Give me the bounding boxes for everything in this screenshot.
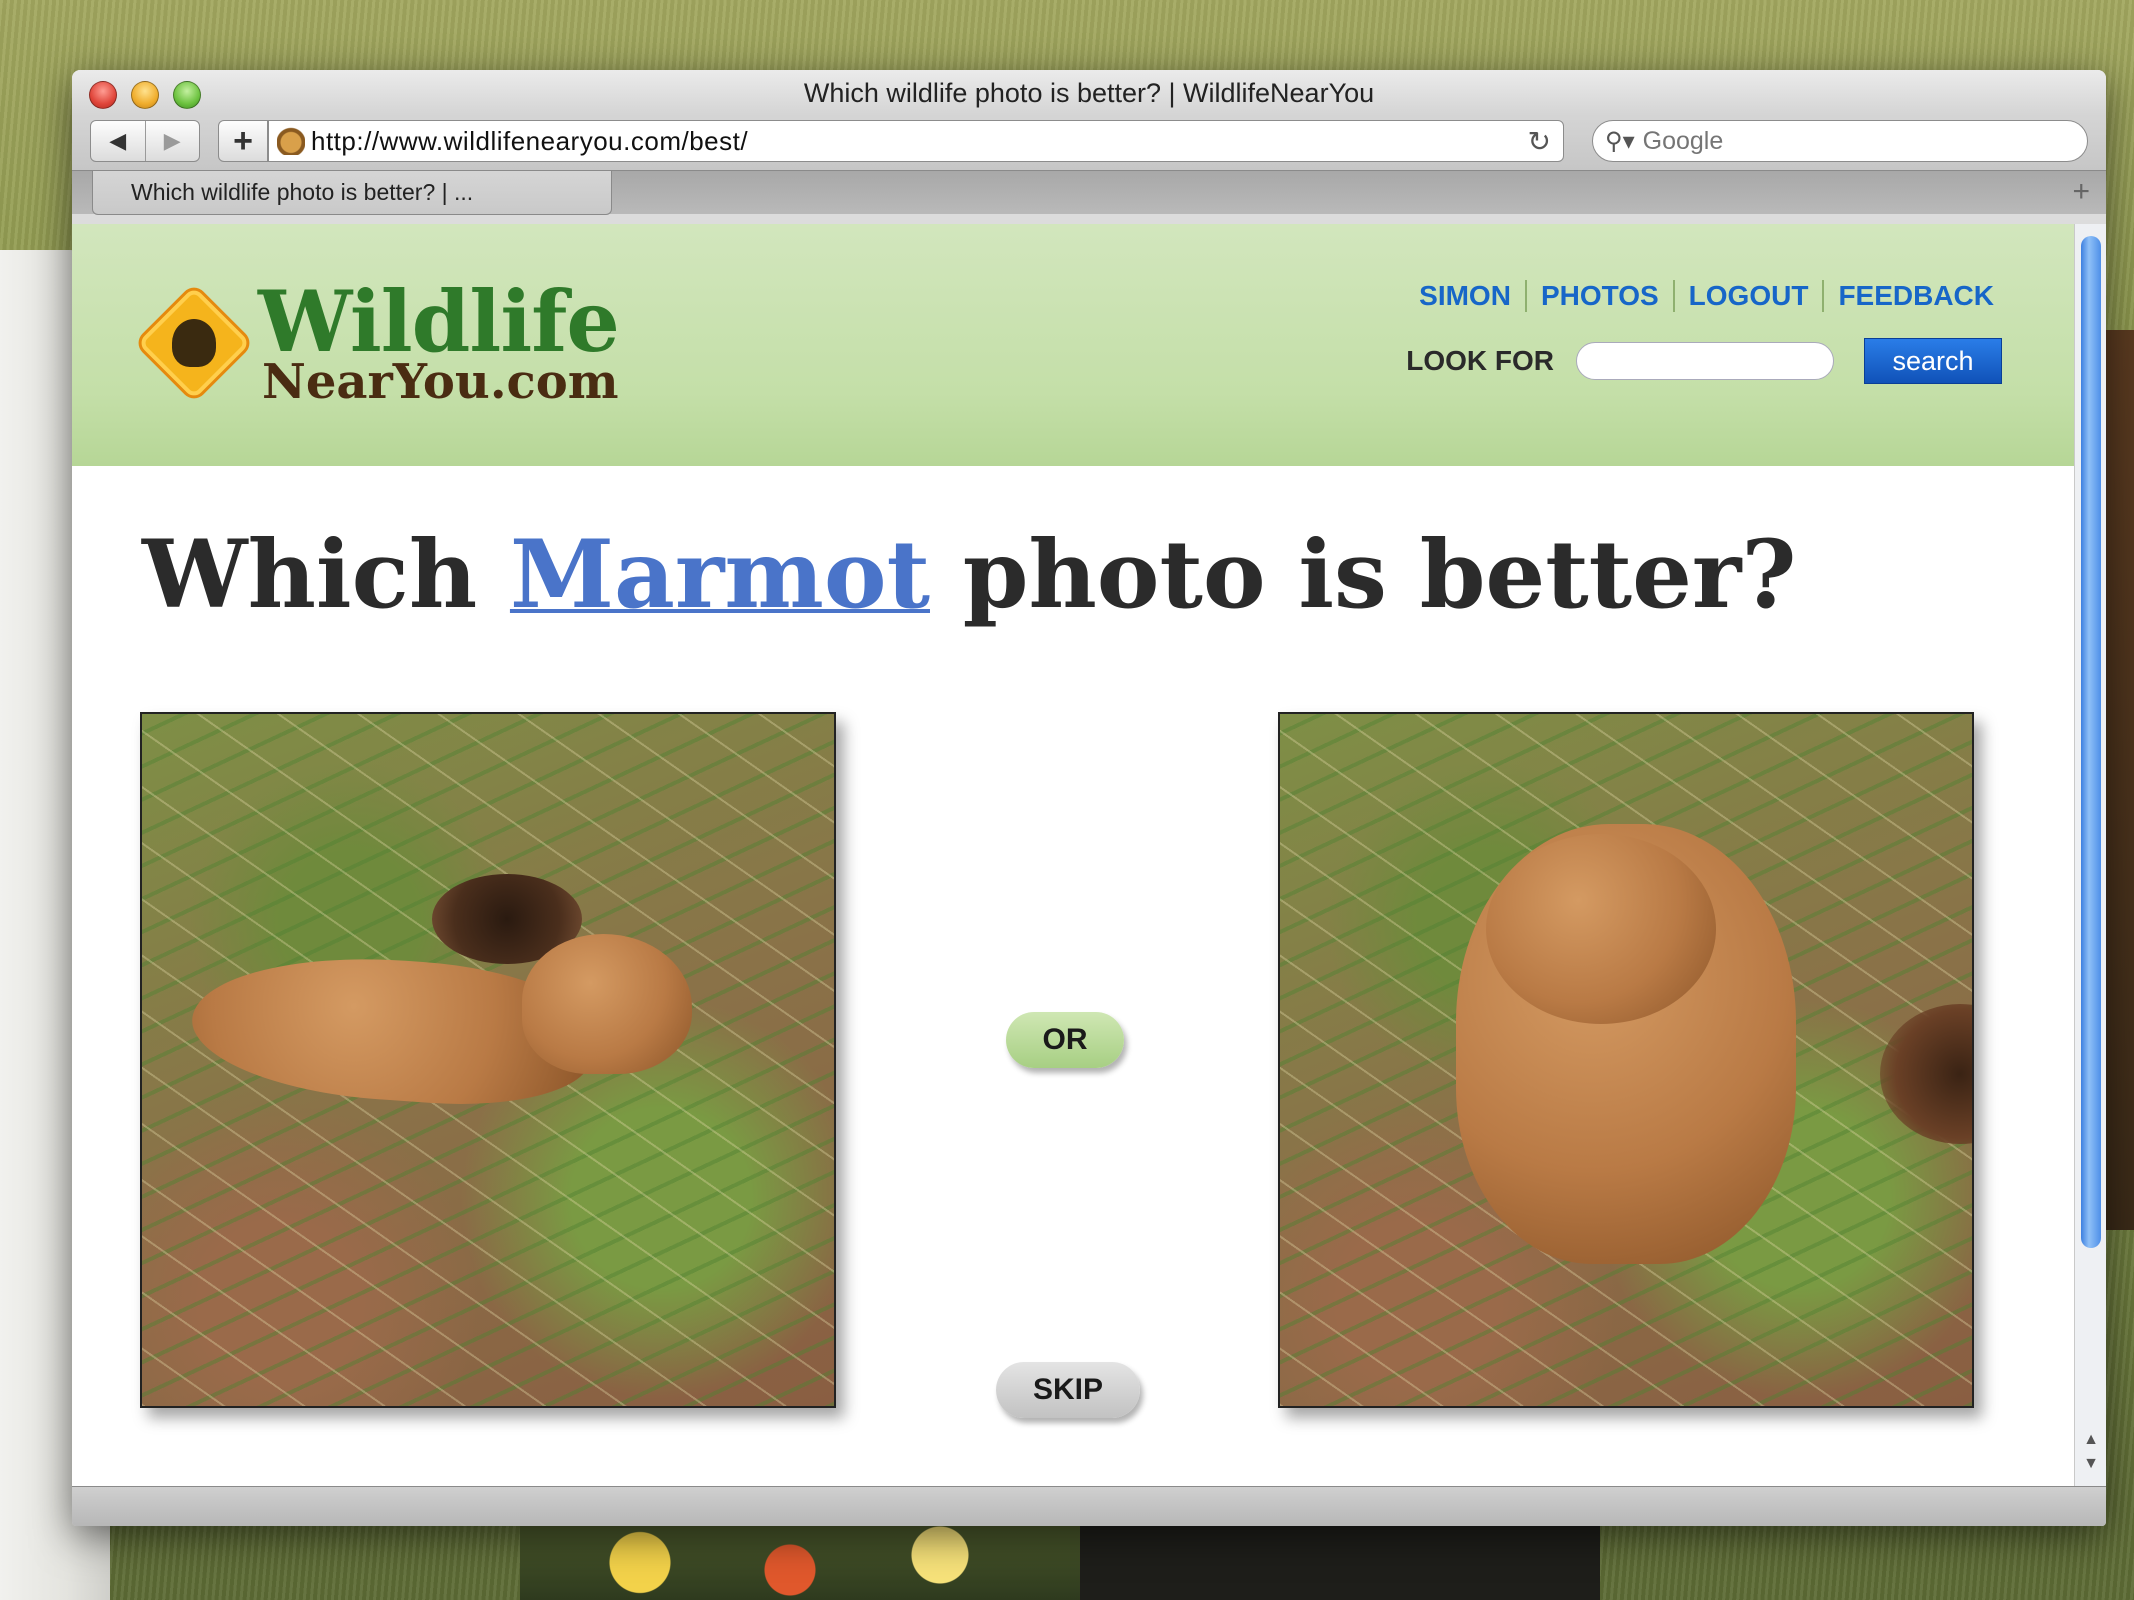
browser-toolbar: ◀ ▶ + http://www.wildlifenearyou.com/bes… bbox=[72, 114, 2106, 170]
status-bar bbox=[72, 1486, 2106, 1526]
back-arrow-icon[interactable]: ◀ bbox=[91, 121, 145, 161]
site-search-input[interactable] bbox=[1576, 342, 1834, 380]
add-bookmark-button[interactable]: + bbox=[218, 120, 268, 162]
photo-option-right[interactable] bbox=[1278, 712, 1974, 1408]
history-nav: ◀ ▶ bbox=[90, 120, 200, 162]
url-text[interactable]: http://www.wildlifenearyou.com/best/ bbox=[311, 126, 1528, 157]
tab-bar: Which wildlife photo is better? | ... + bbox=[72, 170, 2106, 215]
site-header: Wildlife NearYou.com SIMON PHOTOS LOGOUT… bbox=[72, 224, 2074, 466]
scrollbar-thumb[interactable] bbox=[2081, 236, 2101, 1248]
nav-link-logout[interactable]: LOGOUT bbox=[1675, 280, 1823, 312]
photo-option-left[interactable] bbox=[140, 712, 836, 1408]
reload-icon[interactable]: ↻ bbox=[1528, 125, 1551, 158]
logo-text: Wildlife NearYou.com bbox=[258, 272, 620, 410]
or-button[interactable]: OR bbox=[1006, 1012, 1124, 1068]
search-icon[interactable]: ⚲▾ bbox=[1605, 127, 1635, 156]
tab-current[interactable]: Which wildlife photo is better? | ... bbox=[92, 171, 612, 215]
site-search: LOOK FOR search bbox=[1406, 338, 2002, 384]
title-bar: Which wildlife photo is better? | Wildli… bbox=[72, 70, 2106, 114]
scroll-arrows-icon[interactable]: ▲ ▼ bbox=[2081, 1428, 2101, 1476]
background-dark-area bbox=[1080, 1525, 1600, 1600]
marmot-head bbox=[1486, 834, 1716, 1024]
vertical-scrollbar[interactable]: ▲ ▼ bbox=[2074, 224, 2106, 1486]
title-prefix: Which bbox=[142, 520, 478, 630]
nav-link-simon[interactable]: SIMON bbox=[1405, 280, 1525, 312]
site-logo[interactable]: Wildlife NearYou.com bbox=[136, 272, 620, 410]
new-tab-icon[interactable]: + bbox=[2072, 175, 2090, 209]
nav-link-photos[interactable]: PHOTOS bbox=[1527, 280, 1673, 312]
browser-search-input[interactable] bbox=[1642, 126, 2043, 156]
title-suffix: photo is better? bbox=[962, 520, 1797, 630]
marmot-head bbox=[522, 934, 692, 1074]
site-favicon-icon bbox=[277, 127, 305, 155]
logo-wordmark-top: Wildlife bbox=[258, 272, 620, 371]
skip-button[interactable]: SKIP bbox=[996, 1362, 1140, 1418]
background-flowers bbox=[520, 1525, 1120, 1600]
top-navigation: SIMON PHOTOS LOGOUT FEEDBACK bbox=[1405, 280, 2008, 312]
look-for-label: LOOK FOR bbox=[1406, 345, 1554, 376]
address-bar[interactable]: http://www.wildlifenearyou.com/best/ ↻ bbox=[268, 120, 1564, 162]
site-search-button[interactable]: search bbox=[1864, 338, 2002, 384]
nav-link-feedback[interactable]: FEEDBACK bbox=[1824, 280, 2008, 312]
forward-arrow-icon[interactable]: ▶ bbox=[144, 121, 200, 161]
window-title: Which wildlife photo is better? | Wildli… bbox=[803, 78, 1375, 108]
background-edge bbox=[2106, 330, 2134, 1230]
species-link[interactable]: Marmot bbox=[510, 520, 930, 630]
web-page: Wildlife NearYou.com SIMON PHOTOS LOGOUT… bbox=[72, 224, 2074, 1486]
logo-wordmark-bottom: NearYou.com bbox=[262, 354, 619, 410]
owl-sign-icon bbox=[136, 285, 252, 401]
browser-search-box[interactable]: ⚲▾ bbox=[1592, 120, 2088, 162]
page-title: Which Marmot photo is better? bbox=[142, 520, 1796, 630]
browser-window: Which wildlife photo is better? | Wildli… bbox=[72, 70, 2106, 1526]
